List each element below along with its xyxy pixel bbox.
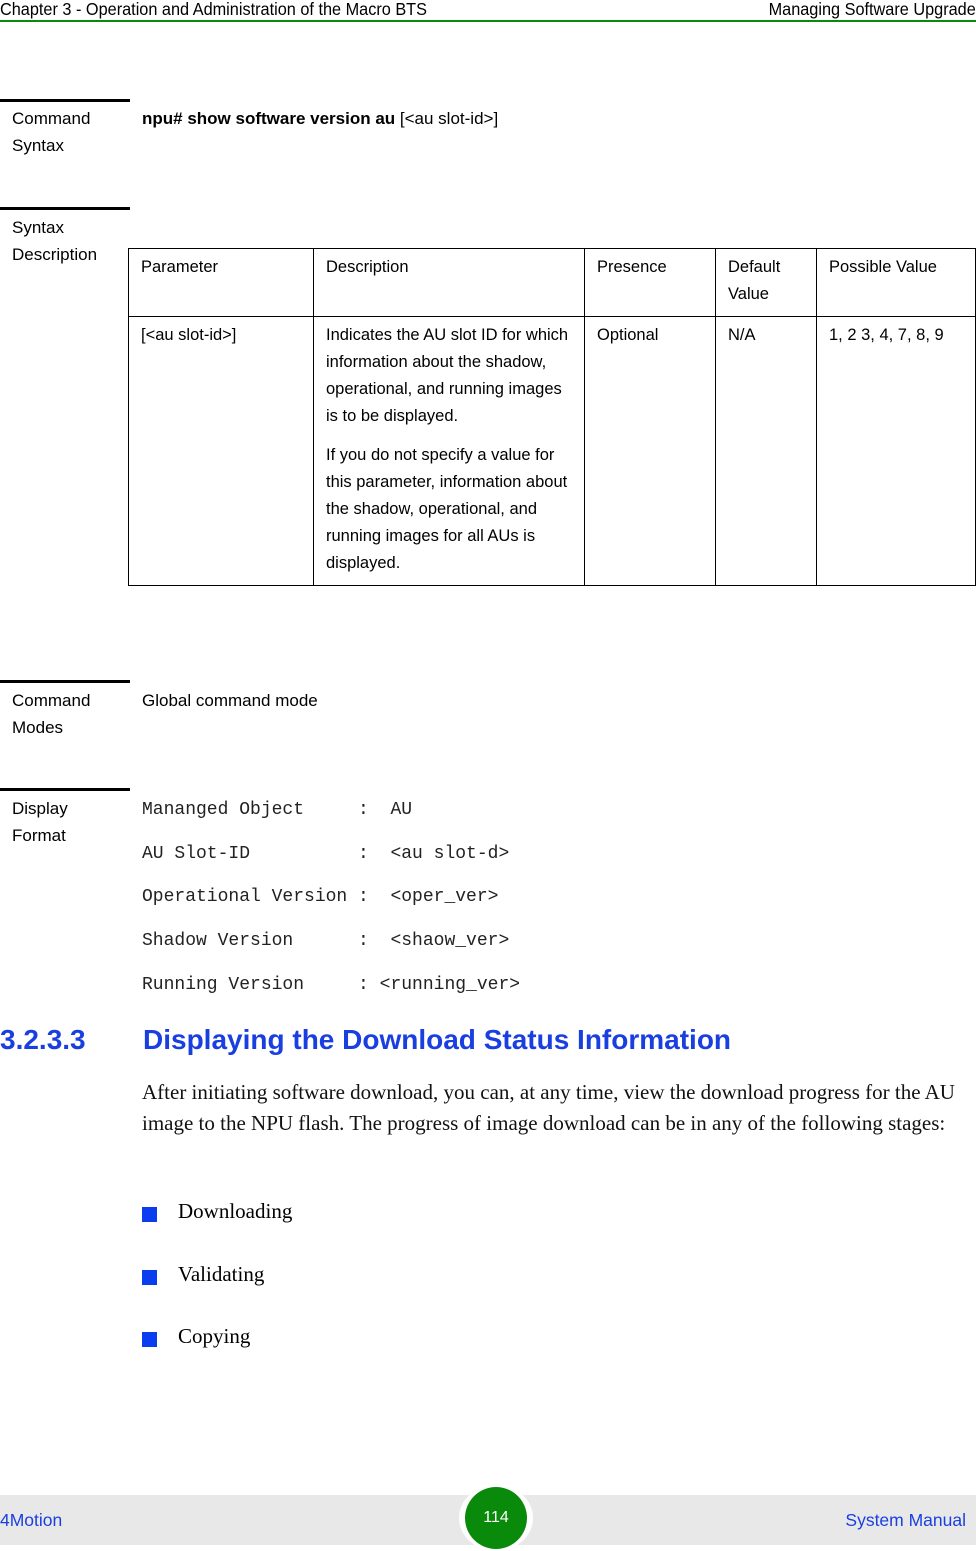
display-format-label: Display Format	[12, 795, 122, 849]
description-paragraph: If you do not specify a value for this p…	[326, 446, 568, 572]
description-paragraph: Indicates the AU slot ID for which infor…	[326, 326, 569, 425]
bullet-square-icon	[142, 1269, 157, 1285]
section-rule	[0, 207, 130, 210]
section-title: Displaying the Download Status Informati…	[143, 1024, 732, 1055]
output-line: Shadow Version : <shaow_ver>	[142, 931, 510, 952]
bullet-square-icon	[142, 1332, 157, 1347]
list-item-text: Downloading	[178, 1199, 293, 1223]
page-footer: 4Motion 114 System Manual	[0, 1485, 976, 1551]
command-syntax: npu# show software version au [<au slot-…	[142, 107, 498, 131]
label-line: Command	[12, 691, 91, 710]
label-line: Command	[12, 109, 91, 128]
column-header: Default Value	[715, 248, 817, 317]
command-syntax-label: Command Syntax	[12, 105, 122, 159]
bullet-square-icon	[142, 1207, 157, 1222]
list-item: Downloading	[142, 1199, 292, 1262]
command-mode-value: Global command mode	[142, 691, 318, 710]
output-line: Running Version : <running_ver>	[142, 974, 521, 995]
label-line: Syntax	[12, 218, 64, 237]
label-line: Format	[12, 826, 66, 845]
section-rule	[0, 99, 130, 102]
column-header: Parameter	[128, 248, 314, 317]
table-row: [<au slot-id>] Indicates the AU slot ID …	[128, 316, 976, 586]
syntax-description-label: Syntax Description	[12, 214, 122, 268]
list-item: Copying	[142, 1324, 292, 1387]
section-rule	[0, 680, 130, 683]
running-header-chapter: Chapter 3 - Operation and Administration…	[0, 0, 427, 19]
output-line: Operational Version : <oper_ver>	[142, 887, 499, 908]
cell-default-value: N/A	[715, 316, 817, 586]
page-number: 114	[465, 1487, 527, 1549]
footer-product: 4Motion	[0, 1510, 63, 1530]
list-item-text: Validating	[178, 1261, 265, 1286]
column-header: Presence	[584, 248, 716, 317]
cell-description: Indicates the AU slot ID for which infor…	[313, 316, 585, 586]
section-heading: 3.2.3.3 Displaying the Download Status In…	[0, 1024, 731, 1056]
stage-list: Downloading Validating Copying	[142, 1199, 292, 1387]
command-keyword: npu# show software version au	[142, 109, 396, 128]
output-line: AU Slot-ID : <au slot-d>	[142, 843, 510, 864]
output-line: Mananged Object : AU	[142, 800, 413, 820]
section-number: 3.2.3.3	[0, 1024, 86, 1055]
footer-manual-title: System Manual	[845, 1510, 966, 1530]
column-header: Possible Value	[816, 248, 976, 317]
running-header-section: Managing Software Upgrade	[768, 0, 976, 19]
list-item: Validating	[142, 1262, 292, 1325]
display-format-output: Mananged Object : AU AU Slot-ID : <au sl…	[142, 797, 520, 1015]
cell-parameter: [<au slot-id>]	[128, 316, 314, 586]
table-header-row: Parameter Description Presence Default V…	[128, 248, 976, 317]
parameter-table: Parameter Description Presence Default V…	[128, 248, 976, 586]
cell-presence: Optional	[584, 316, 716, 586]
page-number-badge: 114	[459, 1485, 533, 1551]
section-rule	[0, 788, 130, 791]
command-modes-label: Command Modes	[12, 687, 122, 741]
label-line: Display	[12, 799, 68, 818]
label-line: Syntax	[12, 136, 64, 155]
label-line: Modes	[12, 718, 64, 737]
list-item-text: Copying	[178, 1324, 251, 1348]
cell-possible-value: 1, 2 3, 4, 7, 8, 9	[816, 316, 976, 586]
header-rule	[0, 20, 976, 22]
body-paragraph: After initiating software download, you …	[142, 1080, 955, 1135]
label-line: Description	[12, 245, 98, 264]
column-header: Description	[313, 248, 585, 317]
command-argument: [<au slot-id>]	[395, 109, 499, 128]
